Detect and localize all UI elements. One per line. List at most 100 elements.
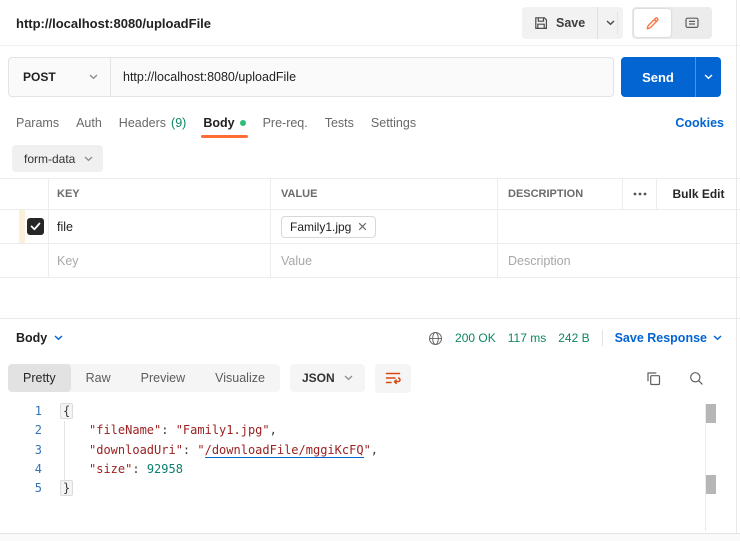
json-key: "fileName"	[89, 423, 162, 438]
response-body-viewer[interactable]: 1 { 2 "fileName": "Family1.jpg", 3 "down…	[0, 402, 700, 498]
value-column-header: VALUE	[270, 179, 497, 209]
chevron-down-icon	[84, 156, 93, 162]
file-chip: Family1.jpg	[281, 215, 377, 238]
comment-icon	[684, 17, 699, 30]
edit-button[interactable]	[634, 9, 671, 37]
tab-pre-request[interactable]: Pre-req.	[263, 116, 308, 130]
chevron-down-icon	[89, 74, 98, 80]
network-globe-icon[interactable]	[428, 331, 443, 346]
line-number: 1	[34, 404, 42, 418]
table-row: file Family1.jpg	[0, 210, 740, 244]
cookies-link[interactable]: Cookies	[675, 116, 724, 130]
tab-tests[interactable]: Tests	[325, 116, 354, 130]
body-type-label: form-data	[24, 151, 76, 166]
json-number-value: 92958	[146, 461, 183, 476]
search-icon[interactable]	[689, 371, 704, 386]
request-tabs: Params Auth Headers (9) Body Pre-req. Te…	[16, 108, 724, 138]
key-placeholder[interactable]: Key	[48, 244, 270, 277]
key-column-header: KEY	[48, 179, 270, 209]
chevron-down-icon	[713, 335, 722, 341]
body-type-selector[interactable]: form-data	[12, 145, 104, 172]
method-selector[interactable]: POST	[8, 57, 110, 97]
metrics-divider	[601, 330, 603, 346]
tab-visualize[interactable]: Visualize	[200, 364, 280, 392]
headers-count-badge: (9)	[171, 116, 187, 130]
line-number: 5	[34, 481, 42, 496]
description-column-header: DESCRIPTION	[497, 179, 622, 209]
response-size[interactable]: 242 B	[558, 331, 589, 345]
fold-marker[interactable]: }	[60, 480, 74, 497]
wrap-lines-icon	[385, 371, 401, 385]
download-uri-link[interactable]: /downloadFile/mggiKcFQ	[204, 442, 364, 458]
chevron-down-icon	[704, 74, 713, 80]
tab-pretty[interactable]: Pretty	[8, 364, 71, 392]
url-bar: POST http://localhost:8080/uploadFile Se…	[8, 57, 721, 97]
save-options-button[interactable]	[597, 7, 624, 39]
tab-headers[interactable]: Headers (9)	[119, 116, 187, 130]
line-number: 4	[34, 461, 42, 476]
tab-params[interactable]: Params	[16, 116, 59, 130]
more-options-icon[interactable]	[622, 179, 656, 209]
json-string-value: "Family1.jpg"	[175, 423, 270, 438]
remove-file-icon[interactable]	[358, 222, 367, 231]
bottom-edge-bar	[0, 533, 740, 541]
copy-icon[interactable]	[646, 371, 661, 386]
tab-raw[interactable]: Raw	[71, 364, 126, 392]
floppy-icon	[534, 16, 548, 30]
response-time[interactable]: 117 ms	[508, 331, 546, 345]
tab-settings[interactable]: Settings	[371, 116, 416, 130]
description-cell[interactable]	[497, 210, 740, 243]
tab-auth[interactable]: Auth	[76, 116, 102, 130]
code-line: 3 "downloadUri": "/downloadFile/mggiKcFQ…	[0, 441, 700, 460]
json-key: "size"	[89, 461, 133, 476]
comments-button[interactable]	[673, 9, 710, 37]
value-cell[interactable]: Family1.jpg	[270, 210, 497, 243]
toolbar-divider	[617, 12, 618, 34]
table-placeholder-row: Key Value Description	[0, 244, 740, 278]
chevron-down-icon	[606, 20, 615, 26]
tab-body[interactable]: Body	[201, 116, 248, 138]
save-response-button[interactable]: Save Response	[615, 331, 722, 345]
row-select-cell	[0, 210, 48, 243]
code-line: 2 "fileName": "Family1.jpg",	[0, 421, 700, 440]
postman-request-window: http://localhost:8080/uploadFile Save PO…	[0, 0, 740, 541]
row-checkbox[interactable]	[27, 218, 44, 235]
value-placeholder[interactable]: Value	[270, 244, 497, 277]
description-placeholder[interactable]: Description	[497, 244, 740, 277]
response-tool-icons	[646, 371, 722, 386]
code-line: 5 }	[0, 479, 700, 498]
pencil-icon	[645, 16, 660, 31]
save-button-group: Save	[522, 7, 624, 39]
scrollbar-thumb[interactable]	[706, 475, 716, 494]
send-button[interactable]: Send	[621, 57, 695, 97]
status-badge[interactable]: 200 OK	[455, 331, 496, 345]
response-view-tabs: Pretty Raw Preview Visualize	[8, 364, 280, 392]
chevron-down-icon	[54, 335, 63, 341]
bulk-edit-button[interactable]: Bulk Edit	[656, 179, 740, 209]
row-select-cell	[0, 244, 48, 277]
send-options-button[interactable]	[695, 57, 721, 97]
panel-right-border	[736, 0, 737, 533]
format-selector[interactable]: JSON	[289, 364, 365, 392]
fold-marker[interactable]: {	[60, 403, 74, 419]
response-metrics: 200 OK 117 ms 242 B Save Response	[428, 330, 722, 346]
save-response-label: Save Response	[614, 331, 707, 345]
url-input[interactable]: http://localhost:8080/uploadFile	[110, 57, 614, 97]
wrap-lines-button[interactable]	[374, 363, 411, 393]
request-title: http://localhost:8080/uploadFile	[16, 16, 212, 31]
body-modified-dot	[239, 120, 246, 126]
key-cell[interactable]: file	[48, 210, 270, 243]
line-number: 3	[34, 442, 42, 457]
response-pane-selector[interactable]: Body	[16, 331, 63, 345]
send-button-label: Send	[642, 69, 674, 85]
save-button[interactable]: Save	[522, 7, 598, 39]
chevron-down-icon	[344, 375, 353, 381]
json-key: "downloadUri"	[89, 442, 183, 457]
code-line: 1 {	[0, 402, 700, 421]
url-text: http://localhost:8080/uploadFile	[123, 70, 297, 84]
tab-preview[interactable]: Preview	[126, 364, 200, 392]
response-toolbar: Pretty Raw Preview Visualize JSON	[8, 362, 722, 394]
save-button-label: Save	[556, 16, 586, 30]
response-meta-bar: Body 200 OK 117 ms 242 B Save Response	[16, 319, 722, 357]
scrollbar-thumb[interactable]	[706, 404, 716, 423]
